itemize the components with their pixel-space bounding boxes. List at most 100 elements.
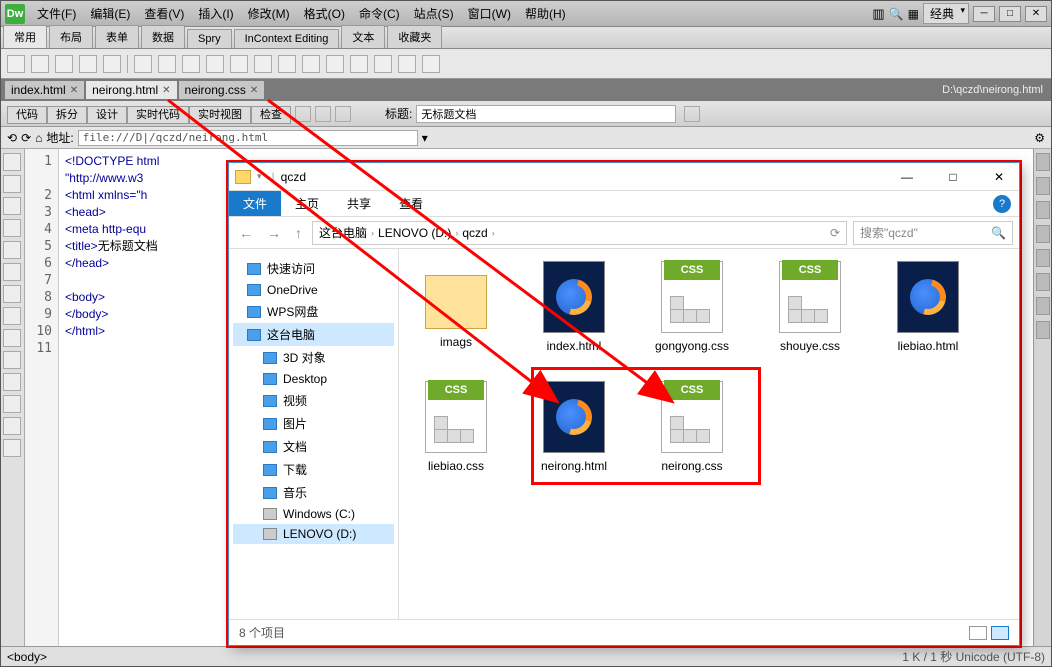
tool-icon[interactable]: [684, 106, 700, 122]
layout-dropdown[interactable]: 经典: [923, 3, 969, 24]
tool-icon[interactable]: [3, 351, 21, 369]
insert-tab[interactable]: 文本: [341, 25, 385, 48]
tree-item[interactable]: 快速访问: [233, 257, 394, 280]
browse-icon[interactable]: ▾: [422, 131, 428, 145]
view-button[interactable]: 代码: [7, 106, 47, 124]
insert-tab[interactable]: 数据: [141, 25, 185, 48]
home-icon[interactable]: ⌂: [35, 131, 42, 145]
panel-icon[interactable]: [1036, 201, 1050, 219]
view-button[interactable]: 拆分: [47, 106, 87, 124]
tool-icon[interactable]: [350, 55, 368, 73]
panel-icon[interactable]: [1036, 273, 1050, 291]
search-icon[interactable]: 🔍: [889, 7, 904, 21]
panel-icon[interactable]: [1036, 249, 1050, 267]
tool-icon[interactable]: [3, 219, 21, 237]
document-tabs[interactable]: index.html✕neirong.html✕neirong.css✕D:\q…: [1, 79, 1051, 101]
view-button[interactable]: 实时代码: [127, 106, 189, 124]
tool-icon[interactable]: [79, 55, 97, 73]
menu-item[interactable]: 文件(F): [31, 3, 82, 24]
insert-iconbar[interactable]: [1, 49, 1051, 79]
insert-tab[interactable]: 布局: [49, 25, 93, 48]
tree-item[interactable]: 视频: [233, 389, 394, 412]
menu-item[interactable]: 查看(V): [138, 3, 190, 24]
view-details-icon[interactable]: [969, 626, 987, 640]
file-item[interactable]: neirong.html: [529, 381, 619, 473]
exp-close-button[interactable]: ✕: [985, 170, 1013, 184]
panel-icon[interactable]: [1036, 153, 1050, 171]
tool-icon[interactable]: [3, 307, 21, 325]
tool-icon[interactable]: [3, 285, 21, 303]
tool-icon[interactable]: [335, 106, 351, 122]
tool-icon[interactable]: [398, 55, 416, 73]
tool-icon[interactable]: [31, 55, 49, 73]
tree-item[interactable]: OneDrive: [233, 280, 394, 300]
explorer-ribbon[interactable]: 文件主页共享查看?: [229, 191, 1019, 217]
tool-icon[interactable]: [3, 263, 21, 281]
tool-icon[interactable]: [254, 55, 272, 73]
menu-item[interactable]: 修改(M): [242, 3, 296, 24]
insert-tabbar[interactable]: 常用布局表单数据SpryInContext Editing文本收藏夹: [1, 27, 1051, 49]
folder-tree[interactable]: 快速访问OneDriveWPS网盘这台电脑3D 对象Desktop视频图片文档下…: [229, 249, 399, 619]
tool-icon[interactable]: [134, 55, 152, 73]
breadcrumb-item[interactable]: qczd: [462, 226, 487, 240]
tool-icon[interactable]: [374, 55, 392, 73]
tool-icon[interactable]: [302, 55, 320, 73]
code-toolbar[interactable]: [1, 149, 25, 646]
tool-icon[interactable]: [55, 55, 73, 73]
tool-icon[interactable]: [295, 106, 311, 122]
close-button[interactable]: ✕: [1025, 6, 1047, 22]
ribbon-tab[interactable]: 主页: [281, 191, 333, 216]
back-icon[interactable]: ⟲: [7, 131, 17, 145]
tool-icon[interactable]: [3, 241, 21, 259]
tool-icon[interactable]: [3, 197, 21, 215]
panel-icon[interactable]: [1036, 297, 1050, 315]
file-item[interactable]: liebiao.html: [883, 261, 973, 353]
tool-icon[interactable]: [422, 55, 440, 73]
tool-icon[interactable]: [230, 55, 248, 73]
insert-tab[interactable]: 收藏夹: [387, 25, 442, 48]
address-input[interactable]: [78, 130, 418, 146]
insert-tab[interactable]: Spry: [187, 29, 232, 48]
forward-icon[interactable]: ⟳: [21, 131, 31, 145]
forward-button[interactable]: →: [263, 225, 285, 241]
file-pane[interactable]: imagsindex.htmlCSSgongyong.cssCSSshouye.…: [399, 249, 1019, 619]
view-button[interactable]: 设计: [87, 106, 127, 124]
breadcrumb-item[interactable]: 这台电脑: [319, 224, 367, 241]
panel-icon[interactable]: [1036, 225, 1050, 243]
tool-icon[interactable]: [3, 153, 21, 171]
close-icon[interactable]: ✕: [70, 85, 78, 96]
exp-maximize-button[interactable]: □: [939, 170, 967, 184]
tree-item[interactable]: 3D 对象: [233, 346, 394, 369]
nav-down-icon[interactable]: ▾: [257, 171, 262, 182]
file-item[interactable]: imags: [411, 261, 501, 353]
tool-icon[interactable]: [3, 373, 21, 391]
document-tab[interactable]: neirong.html✕: [86, 81, 176, 99]
settings-icon[interactable]: ⚙: [1034, 131, 1045, 145]
insert-tab[interactable]: 常用: [3, 25, 47, 48]
file-item[interactable]: CSSshouye.css: [765, 261, 855, 353]
tool-icon[interactable]: [3, 439, 21, 457]
up-button[interactable]: ↑: [291, 225, 306, 241]
ribbon-tab[interactable]: 共享: [333, 191, 385, 216]
menu-item[interactable]: 命令(C): [353, 3, 406, 24]
tool-icon[interactable]: [3, 329, 21, 347]
tool-icon[interactable]: [182, 55, 200, 73]
tool-icon[interactable]: [7, 55, 25, 73]
tag-selector[interactable]: <body>: [7, 650, 47, 664]
exp-minimize-button[interactable]: —: [893, 170, 921, 184]
minimize-button[interactable]: ─: [973, 6, 995, 22]
right-dock[interactable]: [1033, 149, 1051, 646]
document-tab[interactable]: neirong.css✕: [179, 81, 265, 99]
document-tab[interactable]: index.html✕: [5, 81, 84, 99]
close-icon[interactable]: ✕: [162, 85, 170, 96]
refresh-icon[interactable]: ⟳: [830, 226, 840, 240]
panel-icon[interactable]: [1036, 321, 1050, 339]
view-button[interactable]: 实时视图: [189, 106, 251, 124]
tool-icon[interactable]: [103, 55, 121, 73]
tree-item[interactable]: Windows (C:): [233, 504, 394, 524]
grid-icon[interactable]: ▦: [908, 7, 919, 21]
maximize-button[interactable]: □: [999, 6, 1021, 22]
menubar[interactable]: 文件(F)编辑(E)查看(V)插入(I)修改(M)格式(O)命令(C)站点(S)…: [31, 3, 572, 24]
menu-item[interactable]: 窗口(W): [462, 3, 517, 24]
help-icon[interactable]: ?: [993, 195, 1011, 213]
